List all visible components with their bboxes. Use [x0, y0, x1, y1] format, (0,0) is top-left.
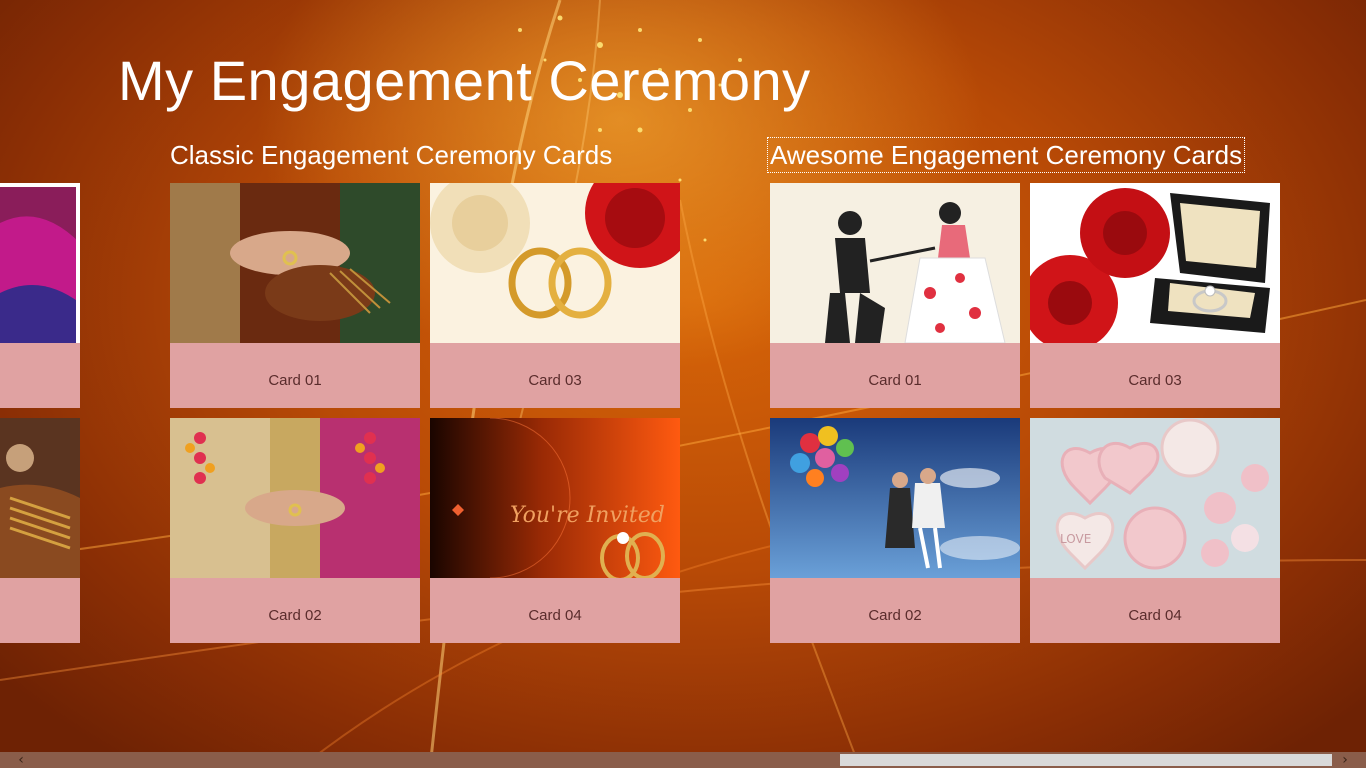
scroll-left-arrow-icon[interactable]: ‹	[10, 752, 32, 768]
ring-box-roses-photo	[1030, 183, 1280, 343]
card-label: Card 02	[268, 607, 322, 624]
proposal-silhouette-illustration	[770, 183, 1020, 343]
card-label: Card 03	[1128, 372, 1182, 389]
group-title-awesome[interactable]: Awesome Engagement Ceremony Cards	[766, 137, 1246, 173]
classic-tiles: Card 01 Card 02 Card 03 You're Invited C…	[169, 183, 680, 643]
heart-cookies-photo: LOVE	[1030, 418, 1280, 578]
invite-text: You're Invited	[510, 503, 665, 528]
group-title-classic[interactable]: Classic Engagement Ceremony Cards	[168, 138, 614, 172]
card-label: Card 04	[1128, 607, 1182, 624]
classic-card-03[interactable]: Card 03	[430, 183, 680, 408]
partial-tile-image	[0, 418, 80, 578]
awesome-card-04[interactable]: LOVE Card 04	[1030, 418, 1280, 643]
card-label: Card 03	[528, 372, 582, 389]
card-label: Card 02	[868, 607, 922, 624]
gold-rings-roses-photo	[430, 183, 680, 343]
classic-card-01[interactable]: Card 01	[170, 183, 420, 408]
awesome-card-03[interactable]: Card 03	[1030, 183, 1280, 408]
card-label: Card 01	[868, 372, 922, 389]
partial-tile-bottom[interactable]	[0, 418, 80, 643]
scrollbar-thumb[interactable]	[840, 754, 1332, 766]
card-label: Card 01	[268, 372, 322, 389]
scroll-right-arrow-icon[interactable]: ›	[1334, 752, 1356, 768]
partial-tile-top[interactable]	[0, 183, 80, 408]
card-label: Card 04	[528, 607, 582, 624]
horizontal-scrollbar[interactable]: ‹ ›	[0, 752, 1366, 768]
balloons-couple-sky-photo	[770, 418, 1020, 578]
partial-tile-image	[0, 183, 80, 343]
awesome-card-01[interactable]: Card 01	[770, 183, 1020, 408]
classic-card-04[interactable]: You're Invited Card 04	[430, 418, 680, 643]
awesome-tiles: Card 01 Card 02 Card 03 LOVE Card 04	[769, 183, 1280, 643]
ring-exchange-hands-photo	[170, 183, 420, 343]
group-classic: Classic Engagement Ceremony Cards Card 0…	[168, 138, 680, 643]
page-title: My Engagement Ceremony	[118, 49, 811, 112]
svg-text:LOVE: LOVE	[1060, 532, 1091, 546]
awesome-card-02[interactable]: Card 02	[770, 418, 1020, 643]
classic-card-02[interactable]: Card 02	[170, 418, 420, 643]
garland-ring-ceremony-photo	[170, 418, 420, 578]
group-awesome: Awesome Engagement Ceremony Cards Card 0…	[766, 137, 1280, 643]
youre-invited-card-photo: You're Invited	[430, 418, 680, 578]
